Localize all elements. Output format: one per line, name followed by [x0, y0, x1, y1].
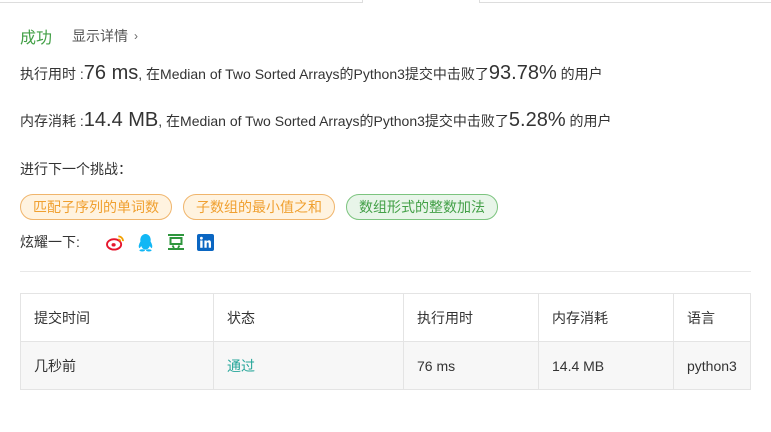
challenge-chip[interactable]: 数组形式的整数加法: [346, 194, 498, 220]
runtime-value: 76 ms: [83, 62, 139, 84]
status-cell: 通过: [213, 341, 404, 390]
memory-value: 14.4 MB: [83, 109, 159, 131]
memory-suffix: 的用户: [565, 113, 612, 129]
tab-left[interactable]: [0, 0, 362, 3]
divider: [20, 271, 751, 272]
submission-table: 提交时间 状态 执行用时 内存消耗 语言 几秒前 通过 76 ms 14.4 M…: [20, 293, 751, 390]
next-challenge-label: 进行下一个挑战：: [20, 161, 132, 177]
header-status: 状态: [213, 293, 404, 342]
result-header: 成功 显示详情 ›: [20, 24, 138, 48]
tab-right[interactable]: [480, 0, 771, 3]
weibo-icon[interactable]: [106, 233, 125, 252]
status-link[interactable]: 通过: [227, 358, 255, 374]
challenge-chip[interactable]: 匹配子序列的单词数: [20, 194, 172, 220]
header-memory: 内存消耗: [538, 293, 674, 342]
runtime-suffix: 的用户: [556, 66, 603, 82]
tab-bar: [0, 0, 771, 3]
memory-stat: 内存消耗 : 14.4 MB , 在Median of Two Sorted A…: [20, 109, 612, 132]
share-label: 炫耀一下:: [20, 234, 80, 250]
next-challenge-list: 匹配子序列的单词数 子数组的最小值之和 数组形式的整数加法: [20, 194, 498, 220]
challenge-chip[interactable]: 子数组的最小值之和: [183, 194, 335, 220]
language-cell: python3: [673, 341, 751, 390]
share-icons: [106, 233, 215, 252]
runtime-description: , 在Median of Two Sorted Arrays的Python3提交…: [138, 66, 489, 82]
runtime-stat: 执行用时 : 76 ms , 在Median of Two Sorted Arr…: [20, 62, 603, 85]
show-details-label: 显示详情: [72, 28, 129, 44]
header-submit-time: 提交时间: [20, 293, 214, 342]
header-language: 语言: [673, 293, 751, 342]
memory-cell: 14.4 MB: [538, 341, 674, 390]
result-status: 成功: [20, 30, 53, 47]
qq-icon[interactable]: [136, 233, 155, 252]
runtime-label: 执行用时 :: [20, 66, 84, 82]
share-row: 炫耀一下:: [20, 232, 215, 252]
runtime-cell: 76 ms: [403, 341, 539, 390]
chevron-right-icon: ›: [134, 29, 139, 43]
linkedin-icon[interactable]: [196, 233, 215, 252]
memory-percent: 5.28%: [508, 109, 566, 131]
show-details-link[interactable]: 显示详情 ›: [72, 26, 138, 46]
header-runtime: 执行用时: [403, 293, 539, 342]
submit-time-cell: 几秒前: [20, 341, 214, 390]
table-row: 几秒前 通过 76 ms 14.4 MB python3: [20, 341, 751, 390]
table-header-row: 提交时间 状态 执行用时 内存消耗 语言: [20, 293, 751, 342]
tab-active[interactable]: [362, 0, 480, 3]
memory-label: 内存消耗 :: [20, 113, 84, 129]
douban-icon[interactable]: [166, 233, 185, 252]
memory-description: , 在Median of Two Sorted Arrays的Python3提交…: [158, 113, 509, 129]
runtime-percent: 93.78%: [488, 62, 557, 84]
